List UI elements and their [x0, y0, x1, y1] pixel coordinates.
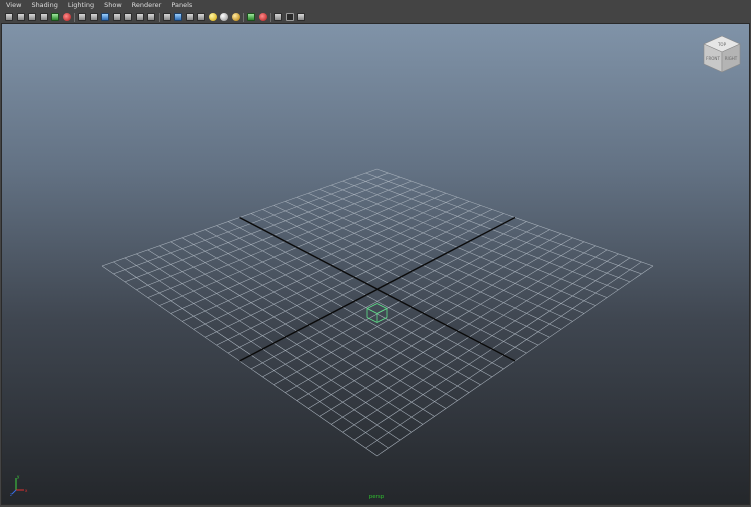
menu-view[interactable]: View	[6, 0, 21, 11]
select-camera-icon[interactable]	[5, 13, 13, 21]
toolbar-separator	[243, 12, 244, 22]
grease-pencil-icon[interactable]	[78, 13, 86, 21]
bookmarks-icon[interactable]	[39, 13, 48, 21]
textured-icon[interactable]	[197, 13, 205, 21]
use-all-lights-icon[interactable]	[208, 13, 217, 21]
menu-lighting[interactable]: Lighting	[68, 0, 94, 11]
x-ray-joints-icon[interactable]	[285, 13, 294, 21]
viewcube-right-label: RIGHT	[725, 56, 738, 61]
camera-name-label: persp	[368, 494, 385, 500]
gate-mask-icon[interactable]	[124, 13, 132, 21]
image-plane-icon[interactable]	[51, 13, 59, 21]
menu-shading[interactable]: Shading	[31, 0, 57, 11]
wireframe-on-shaded-icon[interactable]	[185, 13, 194, 21]
ground-grid	[101, 168, 654, 457]
viewcube-front-label: FRONT	[706, 56, 720, 61]
screen-space-ao-icon[interactable]	[231, 13, 240, 21]
backface-culling-icon[interactable]	[297, 13, 305, 21]
x-ray-icon[interactable]	[274, 13, 282, 21]
axis-x-label: x	[25, 488, 28, 493]
2d-pan-zoom-icon[interactable]	[62, 13, 71, 21]
menu-panels[interactable]: Panels	[171, 0, 192, 11]
shadows-icon[interactable]	[220, 13, 228, 21]
lock-camera-icon[interactable]	[16, 13, 25, 21]
isolate-select-icon[interactable]	[258, 13, 267, 21]
toolbar-separator	[270, 12, 271, 22]
film-gate-icon[interactable]	[101, 13, 109, 21]
resolution-gate-icon[interactable]	[112, 13, 121, 21]
field-chart-icon[interactable]	[135, 13, 144, 21]
origin-cube[interactable]	[366, 303, 388, 323]
viewcube-icon[interactable]: TOP FRONT RIGHT	[700, 32, 744, 76]
smooth-shade-icon[interactable]	[174, 13, 182, 21]
menu-renderer[interactable]: Renderer	[132, 0, 162, 11]
perspective-viewport[interactable]: TOP FRONT RIGHT y x z persp	[1, 23, 750, 505]
grid-icon[interactable]	[89, 13, 98, 21]
toolbar-separator	[158, 12, 160, 22]
axis-gizmo: y x z	[10, 474, 28, 496]
panel-menubar: View Shading Lighting Show Renderer Pane…	[0, 0, 751, 11]
origin-cube-edge	[366, 308, 378, 314]
motion-blur-icon[interactable]	[247, 13, 255, 21]
camera-attributes-icon[interactable]	[28, 13, 36, 21]
origin-cube-edge	[376, 308, 388, 314]
toolbar-separator	[74, 12, 75, 22]
menu-show[interactable]: Show	[104, 0, 122, 11]
maya-app-window: View Shading Lighting Show Renderer Pane…	[0, 0, 751, 507]
safe-action-icon[interactable]	[147, 13, 155, 21]
viewcube-top-label: TOP	[717, 42, 727, 47]
axis-y-label: y	[17, 474, 20, 479]
wireframe-icon[interactable]	[162, 13, 171, 21]
panel-toolbar	[0, 11, 751, 23]
